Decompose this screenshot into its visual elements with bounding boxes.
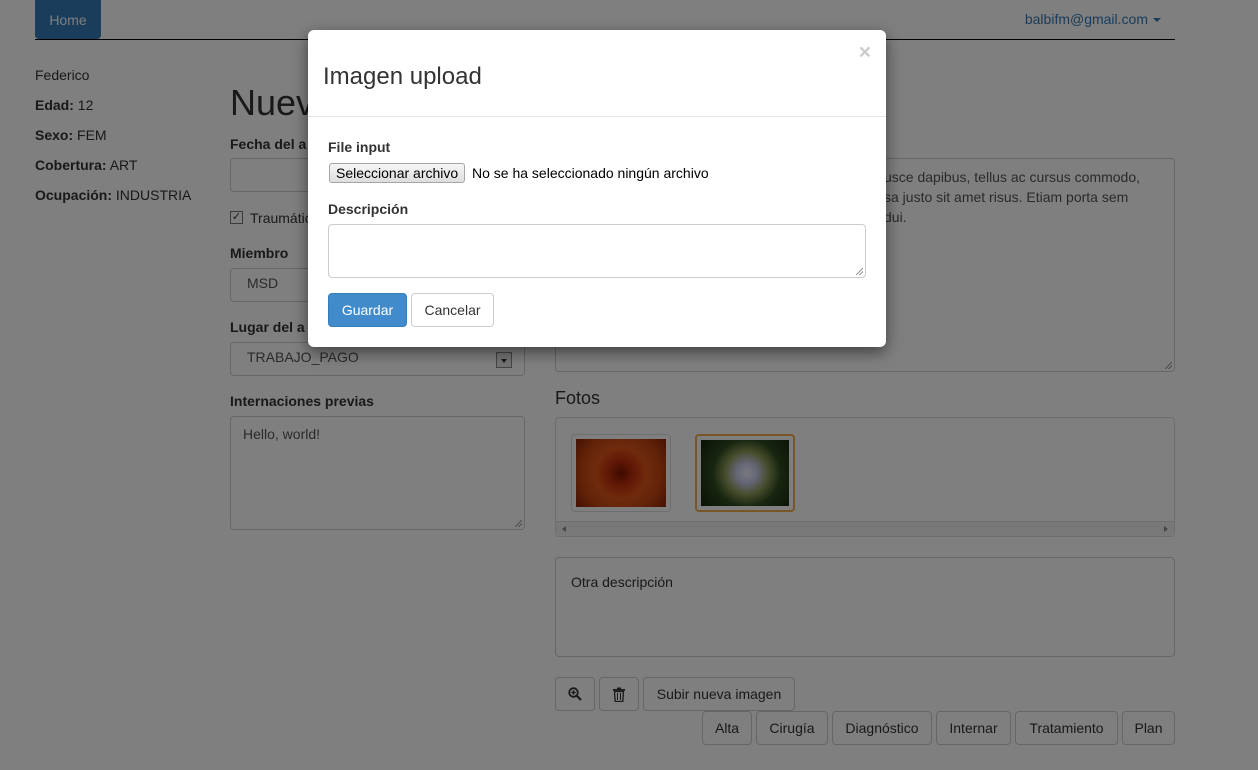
image-upload-modal: Imagen upload × File input Seleccionar a… <box>308 30 886 347</box>
save-button[interactable]: Guardar <box>328 293 407 327</box>
close-icon[interactable]: × <box>859 42 871 63</box>
modal-header: Imagen upload × <box>308 30 886 117</box>
description-label: Descripción <box>328 201 409 217</box>
description-input[interactable] <box>328 224 866 278</box>
file-select-button[interactable]: Seleccionar archivo <box>329 163 466 183</box>
resize-handle[interactable] <box>856 268 863 275</box>
cancel-button[interactable]: Cancelar <box>411 293 494 327</box>
modal-title: Imagen upload <box>323 63 482 90</box>
file-input-label: File input <box>328 139 391 155</box>
file-status-text: No se ha seleccionado ningún archivo <box>472 165 709 181</box>
